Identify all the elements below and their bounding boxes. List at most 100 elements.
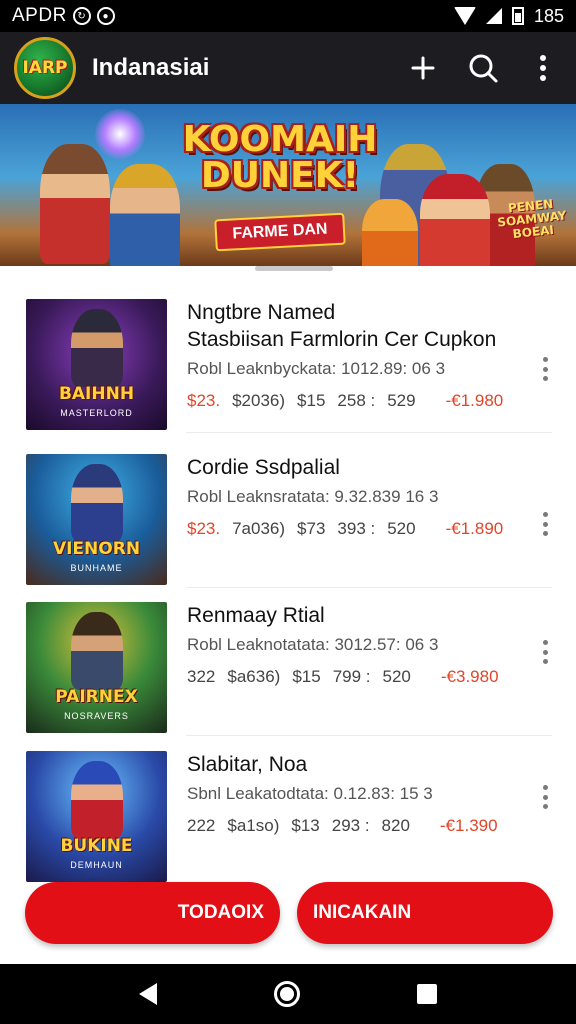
back-icon[interactable]	[138, 983, 157, 1005]
add-button[interactable]	[404, 49, 442, 87]
list-item[interactable]: PAIRNEX NOSRAVERS Renmaay Rtial Robl Lea…	[0, 588, 576, 736]
price-4: 258 :	[337, 391, 376, 410]
price-1: $23.	[187, 391, 221, 410]
game-meta: Sbnl Leakatodtata: 0.12.83: 15 3	[187, 784, 433, 803]
overflow-menu-button[interactable]	[524, 49, 562, 87]
app-logo[interactable]: IARP	[14, 37, 76, 99]
primary-left-button[interactable]: TODAOIX	[25, 882, 280, 944]
game-thumbnail[interactable]: PAIRNEX NOSRAVERS	[26, 602, 167, 733]
price-2: 7a036)	[232, 519, 286, 538]
thumb-subtitle: DEMHAUN	[70, 860, 123, 870]
price-row: $23. 7a036) $73 393 : 520 -€1.890	[187, 519, 527, 539]
price-discount: -€3.980	[440, 667, 499, 686]
status-right: 185	[453, 5, 564, 27]
battery-icon	[511, 7, 524, 25]
price-discount: -€1.980	[445, 391, 504, 410]
price-row: 322 $a636) $15 799 : 520 -€3.980	[187, 667, 527, 687]
list-item[interactable]: BUKINE DEMHAUN Slabitar, Noa Sbnl Leakat…	[0, 737, 576, 885]
game-meta: Robl Leaknbyckata: 1012.89: 06 3	[187, 359, 446, 378]
game-info: Slabitar, Noa Sbnl Leakatodtata: 0.12.83…	[187, 751, 527, 836]
game-info: Renmaay Rtial Robl Leaknotatata: 3012.57…	[187, 602, 527, 687]
game-thumbnail[interactable]: VIENORN BUNHAME	[26, 454, 167, 585]
game-info: Cordie Ssdpalial Robl Leaknsratata: 9.32…	[187, 454, 527, 539]
thumb-title: BAIHNH	[58, 384, 135, 404]
thumb-character	[71, 612, 123, 690]
item-more-button[interactable]	[536, 357, 554, 381]
price-1: 322	[187, 667, 216, 686]
bottom-actions: TODAOIX INICAKAIN	[0, 880, 576, 948]
price-3: $15	[292, 667, 321, 686]
thumb-character	[71, 464, 123, 542]
promo-banner[interactable]: KOOMAIH DUNEK! FARME DAN PENEN SOAMWAY B…	[0, 104, 576, 266]
add-icon	[411, 56, 435, 80]
game-meta: Robl Leaknotatata: 3012.57: 06 3	[187, 635, 439, 654]
thumb-subtitle: MASTERLORD	[60, 408, 133, 418]
price-discount: -€1.890	[445, 519, 504, 538]
price-2: $2036)	[232, 391, 286, 410]
drag-handle[interactable]	[255, 266, 333, 271]
divider	[186, 735, 552, 736]
thumb-subtitle: NOSRAVERS	[64, 711, 129, 721]
status-bar: APDR ↻ ● 185	[0, 0, 576, 32]
thumb-character	[71, 761, 123, 839]
price-4: 293 :	[331, 816, 370, 835]
banner-hero-5	[362, 199, 418, 266]
thumb-character	[71, 309, 123, 387]
price-5: 520	[387, 519, 416, 538]
game-meta: Robl Leaknsratata: 9.32.839 16 3	[187, 487, 439, 506]
price-5: 520	[382, 667, 411, 686]
banner-hero-4	[420, 174, 490, 266]
thumb-title: BUKINE	[60, 836, 133, 856]
game-thumbnail[interactable]: BAIHNH MASTERLORD	[26, 299, 167, 430]
recents-icon[interactable]	[417, 984, 438, 1004]
game-title: Renmaay Rtial	[187, 604, 325, 627]
notification-icon: ●	[96, 7, 115, 25]
app-actions	[404, 49, 562, 87]
list-item[interactable]: VIENORN BUNHAME Cordie Ssdpalial Robl Le…	[0, 440, 576, 588]
price-3: $73	[297, 519, 326, 538]
game-subtitle: Stasbiisan Farmlorin Cer Cupkon	[187, 328, 497, 351]
status-time: 185	[533, 5, 564, 26]
thumb-title: VIENORN	[52, 539, 141, 559]
price-1: 222	[187, 816, 216, 835]
price-2: $a1so)	[227, 816, 280, 835]
thumb-title: PAIRNEX	[55, 687, 138, 707]
search-button[interactable]	[464, 49, 502, 87]
price-discount: -€1.390	[439, 816, 498, 835]
banner-hero-2	[110, 164, 180, 266]
primary-right-button[interactable]: INICAKAIN	[297, 882, 553, 944]
price-1: $23.	[187, 519, 221, 538]
banner-side-text: PENEN SOAMWAY BOEAI	[496, 196, 568, 242]
app-title: Indanasiai	[92, 54, 210, 81]
more-vert-icon	[540, 55, 546, 81]
divider	[186, 432, 552, 433]
thumb-subtitle: BUNHAME	[70, 563, 123, 573]
carrier-label: APDR	[12, 5, 67, 26]
item-more-button[interactable]	[536, 640, 554, 664]
banner-subtitle: FARME DAN	[214, 212, 346, 252]
game-title: Cordie Ssdpalial	[187, 456, 340, 479]
price-row: 222 $a1so) $13 293 : 820 -€1.390	[187, 816, 527, 836]
price-5: 529	[387, 391, 416, 410]
wifi-icon	[453, 7, 476, 25]
item-more-button[interactable]	[536, 512, 554, 536]
price-3: $13	[291, 816, 320, 835]
banner-magic-glow	[95, 109, 145, 159]
price-4: 799 :	[332, 667, 371, 686]
price-2: $a636)	[227, 667, 281, 686]
app-bar: IARP Indanasiai	[0, 32, 576, 104]
price-row: $23. $2036) $15 258 : 529 -€1.980	[187, 391, 527, 411]
app-logo-text: IARP	[22, 58, 68, 78]
game-info: Nngtbre Named Stasbiisan Farmlorin Cer C…	[187, 299, 527, 411]
price-3: $15	[297, 391, 326, 410]
price-5: 820	[381, 816, 410, 835]
home-icon[interactable]	[273, 981, 300, 1007]
banner-title: KOOMAIH DUNEK!	[182, 119, 378, 196]
item-more-button[interactable]	[536, 785, 554, 809]
sync-icon: ↻	[72, 7, 91, 25]
signal-icon	[485, 8, 502, 24]
list-item[interactable]: BAIHNH MASTERLORD Nngtbre Named Stasbiis…	[0, 285, 576, 433]
system-nav-bar	[0, 964, 576, 1024]
game-thumbnail[interactable]: BUKINE DEMHAUN	[26, 751, 167, 882]
price-4: 393 :	[337, 519, 376, 538]
